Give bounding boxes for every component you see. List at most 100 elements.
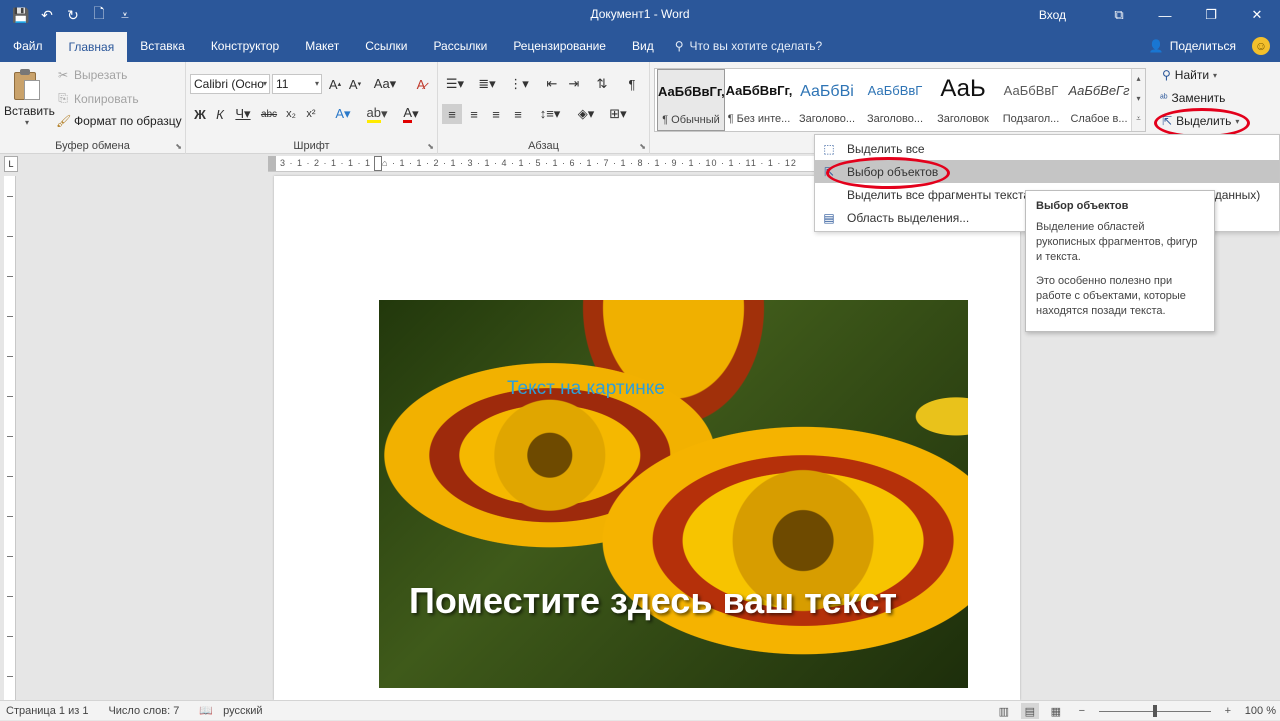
- tab-review[interactable]: Рецензирование: [500, 30, 619, 62]
- styles-gallery-scroller[interactable]: ▴ ▾ ⩡: [1131, 69, 1145, 131]
- dialog-launcher-icon[interactable]: ⬊: [427, 142, 434, 151]
- image-caption-big[interactable]: Поместите здесь ваш текст: [409, 580, 897, 622]
- tab-layout[interactable]: Макет: [292, 30, 352, 62]
- numbering-icon[interactable]: ≣▾: [474, 74, 500, 94]
- clear-formatting-icon[interactable]: A̷: [412, 74, 430, 94]
- print-layout-icon[interactable]: ▤: [1020, 703, 1039, 719]
- find-button[interactable]: ⚲ Найти ▾: [1162, 68, 1217, 82]
- sort-icon[interactable]: ⇅: [592, 74, 612, 94]
- line-spacing-icon[interactable]: ↕≡▾: [536, 104, 564, 124]
- web-layout-icon[interactable]: ▦: [1047, 703, 1065, 719]
- select-button[interactable]: ⇱ Выделить ▾: [1162, 114, 1239, 128]
- zoom-in-icon[interactable]: +: [1219, 703, 1237, 719]
- tab-references[interactable]: Ссылки: [352, 30, 420, 62]
- tab-selector-icon[interactable]: L: [4, 156, 18, 172]
- tab-view[interactable]: Вид: [619, 30, 667, 62]
- share-button[interactable]: 👤 Поделиться: [1149, 30, 1236, 62]
- quick-access-toolbar: 💾 ↶ ↻ 🗋 ⩡: [0, 4, 136, 26]
- tab-file[interactable]: Файл: [0, 30, 56, 62]
- borders-icon[interactable]: ⊞▾: [604, 104, 632, 124]
- customize-qat-icon[interactable]: ⩡: [114, 4, 136, 26]
- zoom-slider-thumb[interactable]: [1152, 704, 1157, 717]
- style-sample: АаБбВвГ: [1003, 83, 1059, 98]
- save-icon[interactable]: 💾: [10, 4, 32, 26]
- minimize-icon[interactable]: —: [1142, 0, 1188, 30]
- style-item[interactable]: АаБбВі Заголово...: [793, 69, 861, 131]
- word-count[interactable]: Число слов: 7: [108, 705, 179, 717]
- signin-link[interactable]: Вход: [1039, 8, 1066, 22]
- font-name-combo[interactable]: Calibri (Осно ▾: [190, 74, 270, 94]
- tab-design[interactable]: Конструктор: [198, 30, 292, 62]
- italic-icon[interactable]: К: [212, 104, 228, 124]
- align-center-icon[interactable]: ≡: [464, 104, 484, 124]
- document-page[interactable]: Текст на картинке Поместите здесь ваш те…: [274, 176, 1020, 700]
- font-size-combo[interactable]: 11 ▾: [272, 74, 322, 94]
- grow-font-icon[interactable]: A ▴: [326, 74, 344, 94]
- gallery-more-icon[interactable]: ⩡: [1132, 109, 1145, 129]
- menu-item-select-objects[interactable]: ⇱ Выбор объектов: [815, 160, 1279, 183]
- image-caption-small[interactable]: Текст на картинке: [507, 378, 665, 400]
- font-color-icon[interactable]: A ▾: [398, 104, 424, 124]
- tab-insert[interactable]: Вставка: [127, 30, 198, 62]
- menu-item-label: Выбор объектов: [847, 164, 939, 179]
- language-indicator[interactable]: русский: [223, 705, 262, 717]
- paste-button[interactable]: Вставить ▾: [4, 68, 55, 127]
- flower-image[interactable]: Текст на картинке Поместите здесь ваш те…: [379, 300, 968, 688]
- style-item[interactable]: АаБбВеГг Слабое в...: [1065, 69, 1133, 131]
- align-right-icon[interactable]: ≡: [486, 104, 506, 124]
- decrease-indent-icon[interactable]: ⇤: [542, 74, 562, 94]
- dialog-launcher-icon[interactable]: ⬊: [175, 142, 182, 151]
- undo-icon[interactable]: ↶: [36, 4, 58, 26]
- tell-me-box[interactable]: ⚲ Что вы хотите сделать?: [667, 30, 822, 62]
- tab-mailings[interactable]: Рассылки: [420, 30, 500, 62]
- format-painter-button[interactable]: 🖌 Формат по образцу: [56, 114, 182, 128]
- bold-icon[interactable]: Ж: [192, 104, 208, 124]
- tab-home[interactable]: Главная: [55, 32, 128, 62]
- read-mode-icon[interactable]: ▥: [995, 703, 1013, 719]
- style-item[interactable]: АаБбВвГг, ¶ Без инте...: [725, 69, 793, 131]
- indent-marker[interactable]: [374, 156, 382, 171]
- redo-icon[interactable]: ↻: [62, 4, 84, 26]
- align-left-icon[interactable]: ≡: [442, 104, 462, 124]
- replace-button[interactable]: ᵃᵇ Заменить: [1160, 91, 1225, 105]
- brush-icon: 🖌: [56, 114, 72, 128]
- copy-button[interactable]: ⎘ Копировать: [56, 91, 138, 106]
- page-count[interactable]: Страница 1 из 1: [6, 705, 88, 717]
- strikethrough-icon[interactable]: abc: [258, 104, 280, 124]
- style-sample: АаБбВвГ: [867, 83, 923, 98]
- cut-button[interactable]: ✂ Вырезать: [56, 68, 127, 82]
- increase-indent-icon[interactable]: ⇥: [564, 74, 584, 94]
- style-item[interactable]: АаБбВвГ Заголово...: [861, 69, 929, 131]
- proofing-icon[interactable]: 📖: [199, 704, 213, 717]
- shading-icon[interactable]: ◈▾: [572, 104, 600, 124]
- highlight-icon[interactable]: ab ▾: [364, 104, 390, 124]
- copy-icon: ⎘: [58, 91, 68, 105]
- dialog-launcher-icon[interactable]: ⬊: [639, 142, 646, 151]
- menu-item-select-all[interactable]: ⬚ Выделить все: [815, 137, 1279, 160]
- show-marks-icon[interactable]: ¶: [622, 74, 642, 94]
- style-item[interactable]: АаБбВвГ Подзагол...: [997, 69, 1065, 131]
- style-name: ¶ Обычный: [662, 114, 720, 126]
- maximize-icon[interactable]: ❐: [1188, 0, 1234, 30]
- new-document-icon[interactable]: 🗋: [88, 4, 110, 26]
- zoom-out-icon[interactable]: −: [1073, 703, 1091, 719]
- subscript-icon[interactable]: x₂: [282, 104, 300, 124]
- text-effects-icon[interactable]: A▾: [330, 104, 356, 124]
- zoom-slider[interactable]: [1098, 704, 1211, 717]
- zoom-level[interactable]: 100 %: [1245, 705, 1276, 717]
- group-label-paragraph: Абзац: [528, 140, 559, 152]
- chevron-down-icon[interactable]: ▾: [1132, 89, 1145, 109]
- change-case-icon[interactable]: Aa▾: [372, 74, 398, 94]
- shrink-font-icon[interactable]: A ▾: [346, 74, 364, 94]
- style-item[interactable]: АаБбВвГг, ¶ Обычный: [657, 69, 725, 131]
- ribbon-display-options-icon[interactable]: ⧉: [1096, 0, 1142, 30]
- underline-icon[interactable]: Ч▾: [230, 104, 256, 124]
- superscript-icon[interactable]: x²: [302, 104, 320, 124]
- bullets-icon[interactable]: ☰▾: [442, 74, 468, 94]
- chevron-up-icon[interactable]: ▴: [1132, 69, 1145, 89]
- multilevel-list-icon[interactable]: ⋮▾: [506, 74, 532, 94]
- close-icon[interactable]: ✕: [1234, 0, 1280, 30]
- feedback-smiley-icon[interactable]: ☺: [1252, 37, 1270, 55]
- justify-icon[interactable]: ≡: [508, 104, 528, 124]
- style-item[interactable]: АаЬ Заголовок: [929, 69, 997, 131]
